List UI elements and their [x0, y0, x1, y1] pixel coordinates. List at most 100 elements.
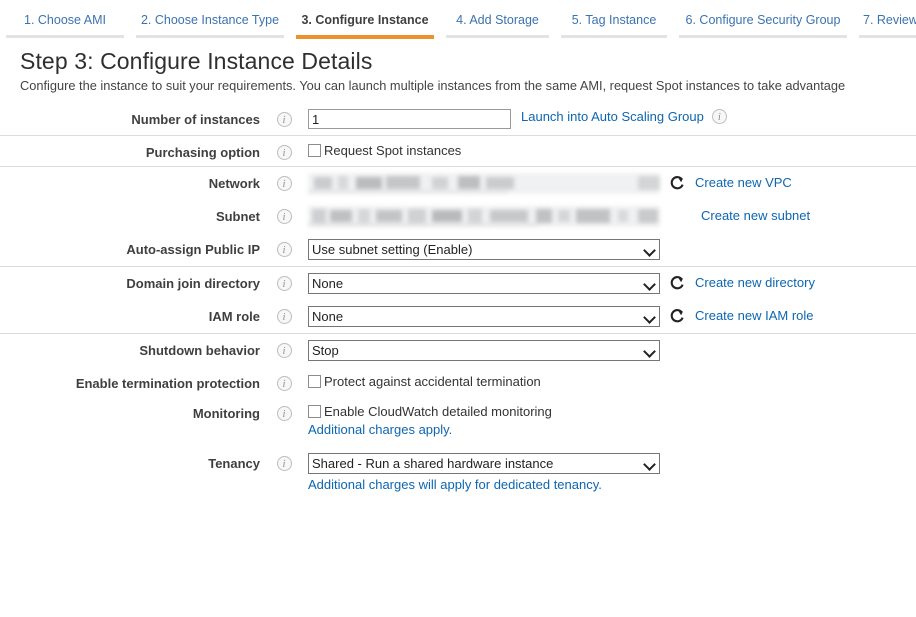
info-icon[interactable]: i — [276, 176, 292, 191]
label-monitoring: Monitoring — [192, 406, 260, 421]
form-group-network: Network i Create new VPC Subnet i Create… — [0, 167, 916, 267]
tab-configure-security-group[interactable]: 6. Configure Security Group — [673, 0, 853, 38]
shutdown-behavior-select[interactable]: Stop — [308, 340, 660, 361]
info-icon[interactable]: i — [276, 309, 292, 324]
row-termination-protection: Enable termination protection i Protect … — [0, 367, 916, 397]
info-icon[interactable]: i — [276, 112, 292, 127]
chevron-down-icon — [644, 278, 656, 290]
create-new-iam-role-link[interactable]: Create new IAM role — [695, 308, 814, 323]
tab-label: 3. Configure Instance — [301, 13, 429, 27]
tab-tag-instance[interactable]: 5. Tag Instance — [555, 0, 673, 38]
tab-label: 1. Choose AMI — [24, 13, 106, 27]
info-icon[interactable]: i — [276, 406, 292, 421]
label-number-of-instances: Number of instances — [131, 112, 260, 127]
label-domain-join-directory: Domain join directory — [126, 276, 260, 291]
tab-add-storage[interactable]: 4. Add Storage — [440, 0, 555, 38]
chevron-down-icon — [644, 244, 656, 256]
row-subnet: Subnet i Create new subnet — [0, 200, 916, 233]
checkbox-box[interactable] — [308, 405, 321, 418]
info-icon[interactable]: i — [276, 242, 292, 257]
monitoring-checkbox[interactable]: Enable CloudWatch detailed monitoring — [308, 403, 552, 419]
tenancy-charges-link[interactable]: Additional charges will apply for dedica… — [308, 477, 660, 492]
chevron-down-icon — [644, 345, 656, 357]
tab-underline — [446, 35, 549, 38]
subnet-select-redacted[interactable] — [308, 206, 660, 227]
launch-into-auto-scaling-group-link[interactable]: Launch into Auto Scaling Group — [521, 109, 704, 124]
tab-label: 6. Configure Security Group — [685, 13, 841, 27]
auto-assign-public-ip-select[interactable]: Use subnet setting (Enable) — [308, 239, 660, 260]
tab-underline — [679, 35, 847, 38]
info-icon[interactable]: i — [711, 109, 727, 124]
tab-review[interactable]: 7. Review — [853, 0, 916, 38]
select-value: Stop — [312, 343, 339, 358]
checkbox-label: Enable CloudWatch detailed monitoring — [324, 404, 552, 419]
refresh-icon[interactable] — [669, 175, 685, 191]
tab-configure-instance[interactable]: 3. Configure Instance — [290, 0, 440, 39]
label-network: Network — [208, 176, 260, 191]
chevron-down-icon — [644, 311, 656, 323]
row-purchasing-option: Purchasing option i Request Spot instanc… — [0, 136, 916, 166]
checkbox-label: Request Spot instances — [324, 143, 462, 158]
info-icon[interactable]: i — [276, 209, 292, 224]
network-select-redacted[interactable] — [308, 173, 660, 194]
info-icon[interactable]: i — [276, 145, 292, 160]
row-tenancy: Tenancy i Shared - Run a shared hardware… — [0, 443, 916, 498]
monitoring-charges-link[interactable]: Additional charges apply. — [308, 422, 552, 437]
label-termination-protection: Enable termination protection — [75, 376, 260, 391]
configure-instance-form: Number of instances i Launch into Auto S… — [0, 103, 916, 498]
tab-label: 7. Review — [863, 13, 916, 27]
label-shutdown-behavior: Shutdown behavior — [139, 343, 260, 358]
row-shutdown-behavior: Shutdown behavior i Stop — [0, 334, 916, 367]
row-monitoring: Monitoring i Enable CloudWatch detailed … — [0, 397, 916, 443]
form-group-purchasing: Purchasing option i Request Spot instanc… — [0, 136, 916, 167]
row-domain-join-directory: Domain join directory i None Create new … — [0, 267, 916, 300]
domain-join-directory-select[interactable]: None — [308, 273, 660, 294]
select-value: None — [312, 309, 344, 324]
row-number-of-instances: Number of instances i Launch into Auto S… — [0, 103, 916, 135]
tab-label: 5. Tag Instance — [571, 13, 657, 27]
page-header: Step 3: Configure Instance Details Confi… — [0, 40, 916, 93]
iam-role-select[interactable]: None — [308, 306, 660, 327]
row-network: Network i Create new VPC — [0, 167, 916, 200]
row-auto-assign-public-ip: Auto-assign Public IP i Use subnet setti… — [0, 233, 916, 266]
create-new-vpc-link[interactable]: Create new VPC — [695, 175, 792, 190]
create-new-subnet-link[interactable]: Create new subnet — [701, 208, 810, 223]
info-icon[interactable]: i — [276, 276, 292, 291]
checkbox-box[interactable] — [308, 144, 321, 157]
tab-underline — [6, 35, 124, 38]
info-icon[interactable]: i — [276, 456, 292, 471]
tab-choose-instance-type[interactable]: 2. Choose Instance Type — [130, 0, 290, 38]
select-value: Shared - Run a shared hardware instance — [312, 456, 554, 471]
page-title: Step 3: Configure Instance Details — [20, 48, 373, 74]
request-spot-instances-checkbox[interactable]: Request Spot instances — [308, 142, 461, 158]
refresh-icon[interactable] — [669, 275, 685, 291]
label-subnet: Subnet — [215, 209, 260, 224]
tab-label: 2. Choose Instance Type — [140, 13, 280, 27]
page-subtitle: Configure the instance to suit your requ… — [20, 78, 846, 93]
tenancy-select[interactable]: Shared - Run a shared hardware instance — [308, 453, 660, 474]
label-iam-role: IAM role — [208, 309, 260, 324]
checkbox-box[interactable] — [308, 375, 321, 388]
number-of-instances-input[interactable] — [308, 109, 511, 129]
termination-protection-checkbox[interactable]: Protect against accidental termination — [308, 373, 541, 389]
tab-choose-ami[interactable]: 1. Choose AMI — [0, 0, 130, 38]
label-auto-assign-public-ip: Auto-assign Public IP — [126, 242, 260, 257]
label-purchasing-option: Purchasing option — [145, 145, 260, 160]
chevron-down-icon — [644, 458, 656, 470]
wizard-tabbar: 1. Choose AMI 2. Choose Instance Type 3.… — [0, 0, 916, 40]
checkbox-label: Protect against accidental termination — [324, 374, 541, 389]
form-group-behavior: Shutdown behavior i Stop Enable terminat… — [0, 334, 916, 498]
create-new-directory-link[interactable]: Create new directory — [695, 275, 815, 290]
tab-underline — [136, 35, 284, 38]
row-iam-role: IAM role i None Create new IAM role — [0, 300, 916, 333]
select-value: None — [312, 276, 344, 291]
tab-label: 4. Add Storage — [456, 13, 539, 27]
info-icon[interactable]: i — [276, 343, 292, 358]
info-icon[interactable]: i — [276, 376, 292, 391]
tab-underline-active — [296, 35, 434, 39]
label-tenancy: Tenancy — [208, 456, 260, 471]
form-group-identity: Domain join directory i None Create new … — [0, 267, 916, 334]
refresh-icon[interactable] — [669, 308, 685, 324]
tab-underline — [859, 35, 916, 38]
form-group-instances: Number of instances i Launch into Auto S… — [0, 103, 916, 136]
